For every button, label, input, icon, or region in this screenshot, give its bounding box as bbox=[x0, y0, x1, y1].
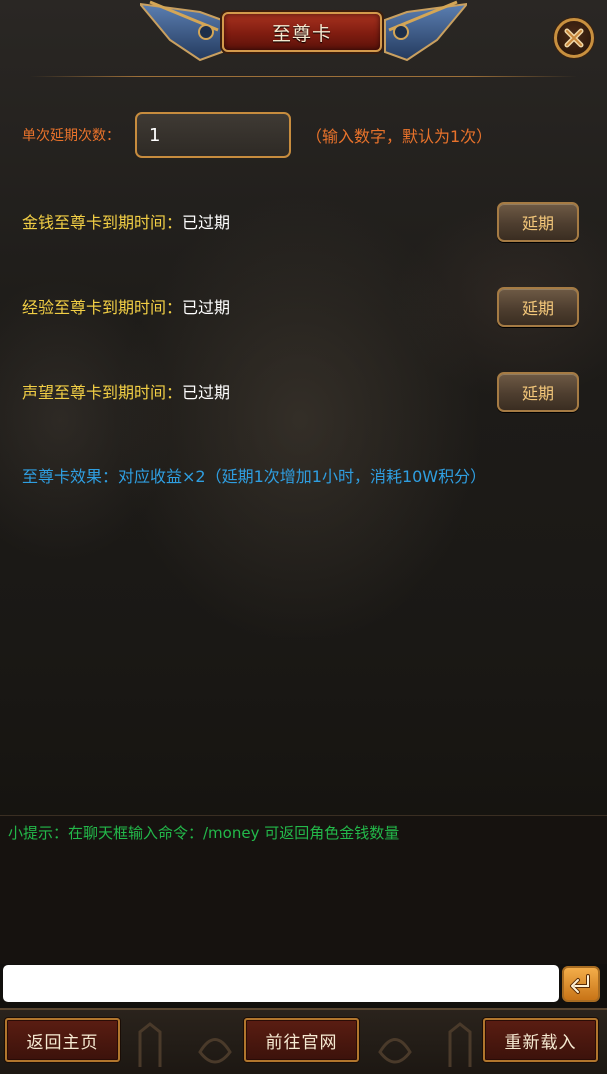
header-divider bbox=[30, 76, 577, 77]
exp-card-extend-button[interactable]: 延期 bbox=[497, 287, 579, 327]
reload-button[interactable]: 重新载入 bbox=[483, 1018, 598, 1062]
money-card-extend-button[interactable]: 延期 bbox=[497, 202, 579, 242]
fame-card-extend-button[interactable]: 延期 bbox=[497, 372, 579, 412]
fame-card-row: 声望至尊卡到期时间：已过期 bbox=[22, 379, 230, 403]
close-x-icon bbox=[564, 28, 584, 48]
chat-input[interactable] bbox=[3, 965, 559, 1002]
extend-count-hint: （输入数字，默认为1次） bbox=[306, 127, 493, 146]
supreme-card-screen: 至尊卡 单次延期次数： （输入数字，默认为1次） 金钱至尊卡到期时间：已过期 延… bbox=[0, 0, 607, 1074]
title-plate: 至尊卡 bbox=[222, 12, 382, 52]
card-effect-text: 至尊卡效果：对应收益×2（延期1次增加1小时，消耗10W积分） bbox=[22, 467, 487, 486]
tip-text: 小提示：在聊天框输入命令：/money 可返回角色金钱数量 bbox=[8, 824, 400, 842]
money-card-label: 金钱至尊卡到期时间： bbox=[22, 213, 183, 232]
extend-count-label: 单次延期次数： bbox=[22, 128, 120, 144]
page-title: 至尊卡 bbox=[271, 22, 332, 45]
enter-arrow-icon bbox=[570, 974, 590, 994]
money-card-status: 已过期 bbox=[182, 213, 231, 232]
exp-card-label: 经验至尊卡到期时间： bbox=[22, 298, 183, 317]
exp-card-row: 经验至尊卡到期时间：已过期 bbox=[22, 294, 230, 318]
fame-card-status: 已过期 bbox=[182, 383, 231, 402]
exp-card-status: 已过期 bbox=[182, 298, 231, 317]
send-button[interactable] bbox=[562, 966, 600, 1002]
extend-count-input[interactable] bbox=[135, 112, 291, 158]
close-button[interactable] bbox=[554, 18, 594, 58]
official-site-button[interactable]: 前往官网 bbox=[244, 1018, 359, 1062]
money-card-row: 金钱至尊卡到期时间：已过期 bbox=[22, 209, 230, 233]
header: 至尊卡 bbox=[0, 0, 607, 78]
fame-card-label: 声望至尊卡到期时间： bbox=[22, 383, 183, 402]
back-home-button[interactable]: 返回主页 bbox=[5, 1018, 120, 1062]
